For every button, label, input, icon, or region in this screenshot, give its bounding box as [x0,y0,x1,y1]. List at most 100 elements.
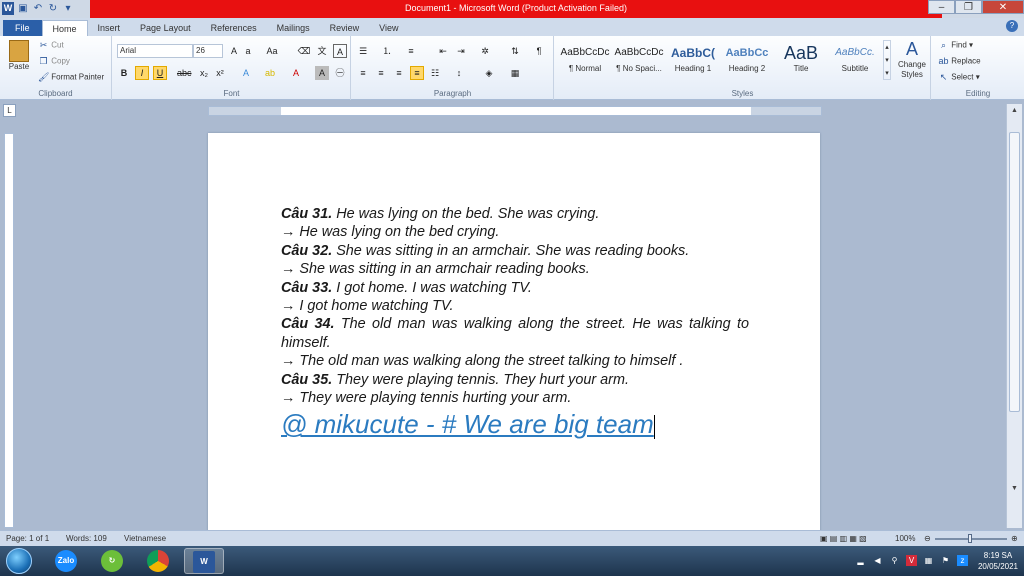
close-button[interactable]: ✕ [982,0,1024,14]
justify-icon[interactable]: ≡ [410,66,424,80]
view-buttons-icon[interactable]: ▣ ▤ ▥ ▦ ▧ [820,534,867,543]
style-heading-1[interactable]: AaBbC( Heading 1 [667,42,719,78]
cut-button[interactable]: ✂ Cut [38,40,64,51]
styles-scroll-icon[interactable]: ▴ ▾ ▾ [883,40,891,80]
grow-font-icon[interactable]: A [227,44,241,58]
vertical-scrollbar[interactable]: ▲ ▼ [1006,104,1022,528]
enclose-characters-icon[interactable]: ㊀ [333,66,347,80]
tab-page-layout[interactable]: Page Layout [130,20,201,36]
show-marks-icon[interactable]: ¶ [532,44,546,58]
select-button[interactable]: ↖ Select ▾ [938,72,980,83]
word-count[interactable]: Words: 109 [66,534,107,543]
minimize-button[interactable]: – [928,0,955,14]
vivaldi-icon[interactable]: V [906,555,917,566]
tab-insert[interactable]: Insert [88,20,131,36]
bullets-icon[interactable]: ☰ [356,44,370,58]
tab-file[interactable]: File [3,20,42,36]
network-icon[interactable]: ▦ [923,555,934,566]
customize-qat-icon[interactable]: ▾ [62,2,74,15]
align-center-icon[interactable]: ≡ [374,66,388,80]
word-logo-icon[interactable]: W [2,2,14,15]
taskbar-zalo[interactable]: Zalo [46,548,86,574]
restore-button[interactable]: ❐ [955,0,982,14]
copy-button[interactable]: ❐ Copy [38,56,69,67]
scroll-down-icon[interactable]: ▼ [1009,484,1020,494]
shrink-font-icon[interactable]: a [241,44,255,58]
font-color-icon[interactable]: A [289,66,303,80]
italic-button[interactable]: I [135,66,149,80]
zoom-in-icon[interactable]: ⊕ [1011,534,1018,543]
page-count[interactable]: Page: 1 of 1 [6,534,49,543]
zoom-level[interactable]: 100% [895,534,915,543]
help-icon[interactable]: ? [1006,20,1018,32]
change-styles-button[interactable]: A Change Styles [895,38,929,80]
shading-icon[interactable]: ◈ [482,66,496,80]
undo-icon[interactable]: ↶ [32,2,44,15]
distributed-icon[interactable]: ☷ [428,66,442,80]
document-page[interactable]: Câu 31. He was lying on the bed. She was… [208,133,820,533]
sort-icon[interactable]: ⇅ [508,44,522,58]
zoom-slider-thumb[interactable] [968,534,972,543]
style-no-spacing[interactable]: AaBbCcDc ¶ No Spaci... [613,42,665,78]
increase-indent-icon[interactable]: ⇥ [454,44,468,58]
superscript-button[interactable]: x² [213,66,227,80]
style-subtitle[interactable]: AaBbCc. Subtitle [829,42,881,78]
redo-icon[interactable]: ↻ [47,2,59,15]
quick-access-toolbar: W ▣ ↶ ↻ ▾ [2,2,74,15]
format-painter-button[interactable]: 🖌 Format Painter [38,72,104,83]
taskbar-chrome[interactable] [138,548,178,574]
text-effects-icon[interactable]: A [239,66,253,80]
signal-icon[interactable]: ▂ [855,555,866,566]
clock[interactable]: 8:19 SA 20/05/2021 [976,550,1020,572]
replace-button[interactable]: ab Replace [938,56,980,67]
multilevel-list-icon[interactable]: ≡ [404,44,418,58]
tab-review[interactable]: Review [320,20,370,36]
taskbar-word[interactable]: W [184,548,224,574]
zoom-out-icon[interactable]: ⊖ [924,534,931,543]
align-right-icon[interactable]: ≡ [392,66,406,80]
tab-selector-button[interactable]: L [3,104,16,117]
document-body[interactable]: Câu 31. He was lying on the bed. She was… [281,205,749,439]
subscript-button[interactable]: x₂ [197,66,211,80]
underline-button[interactable]: U [153,66,167,80]
line-spacing-icon[interactable]: ↕ [452,66,466,80]
scroll-thumb[interactable] [1009,132,1020,412]
font-name-combo[interactable]: Arial [117,44,193,58]
decrease-indent-icon[interactable]: ⇤ [436,44,450,58]
vertical-ruler[interactable] [4,133,14,528]
volume-icon[interactable]: ◀ [872,555,883,566]
paste-button[interactable]: Paste [6,40,32,71]
taskbar-refresh-app[interactable]: ↻ [92,548,132,574]
character-border-icon[interactable]: A [333,44,347,58]
usb-icon[interactable]: ⚲ [889,555,900,566]
zalo-tray-icon[interactable]: z [957,555,968,566]
tab-view[interactable]: View [369,20,408,36]
asian-layout-icon[interactable]: ✲ [478,44,492,58]
align-left-icon[interactable]: ≡ [356,66,370,80]
clear-formatting-icon[interactable]: ⌫ [297,44,311,58]
language-indicator[interactable]: Vietnamese [124,534,166,543]
flag-icon[interactable]: ⚑ [940,555,951,566]
find-button[interactable]: ⌕ Find ▾ [938,40,973,51]
tab-mailings[interactable]: Mailings [267,20,320,36]
character-shading-icon[interactable]: A [315,66,329,80]
bold-button[interactable]: B [117,66,131,80]
style-title[interactable]: AaB Title [775,42,827,78]
style-normal[interactable]: AaBbCcDc ¶ Normal [559,42,611,78]
strikethrough-button[interactable]: abc [177,66,192,80]
tab-home[interactable]: Home [41,20,88,36]
start-button[interactable] [6,548,32,574]
scroll-up-icon[interactable]: ▲ [1009,106,1020,116]
highlight-icon[interactable]: ab [263,66,277,80]
tab-references[interactable]: References [201,20,267,36]
horizontal-ruler[interactable] [208,106,822,116]
change-styles-icon: A [905,39,918,59]
font-size-combo[interactable]: 26 [193,44,223,58]
change-case-icon[interactable]: Aa [265,44,279,58]
style-heading-2[interactable]: AaBbCc Heading 2 [721,42,773,78]
save-icon[interactable]: ▣ [17,2,29,15]
answer-text: → She was sitting in an armchair reading… [281,261,590,278]
numbering-icon[interactable]: ⒈ [380,44,394,58]
phonetic-guide-icon[interactable]: 文 [315,44,329,58]
borders-icon[interactable]: ▦ [508,66,522,80]
